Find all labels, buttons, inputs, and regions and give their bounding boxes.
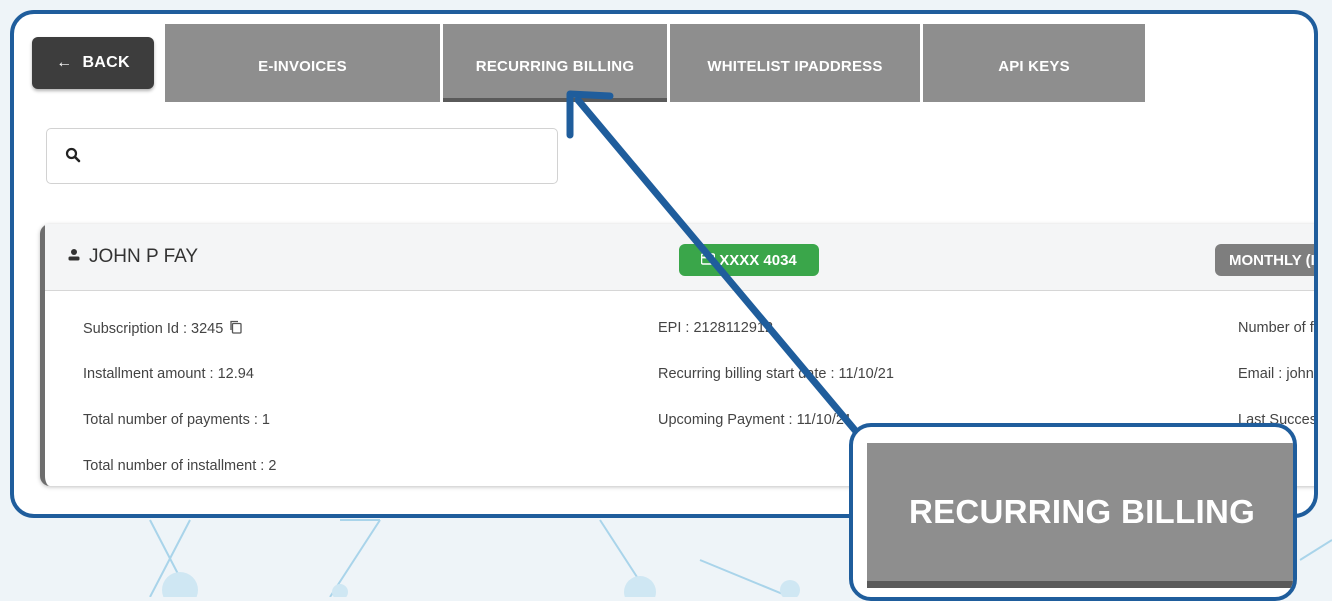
number-of-field: Number of f <box>1238 320 1314 336</box>
upcoming-payment: Upcoming Payment : 11/10/21 <box>658 412 852 428</box>
copy-icon[interactable] <box>229 320 242 338</box>
customer-name: JOHN P FAY <box>67 246 198 268</box>
back-label: BACK <box>82 54 130 71</box>
card-number-label: XXXX 4034 <box>719 251 797 269</box>
installment-amount: Installment amount : 12.94 <box>83 366 254 382</box>
user-icon <box>67 246 81 268</box>
back-arrow-icon: ← <box>56 54 73 71</box>
tab-bar: E-INVOICES RECURRING BILLING WHITELIST I… <box>165 24 1148 102</box>
total-installment: Total number of installment : 2 <box>83 458 277 474</box>
email-field: Email : john <box>1238 366 1314 382</box>
search-field[interactable] <box>46 128 558 184</box>
subscription-card-header: JOHN P FAY XXXX 4034 MONTHLY (I <box>45 224 1314 291</box>
tab-api-keys[interactable]: API KEYS <box>923 24 1145 102</box>
tab-recurring-billing[interactable]: RECURRING BILLING <box>443 24 667 102</box>
frequency-badge: MONTHLY (I <box>1215 244 1314 276</box>
customer-name-label: JOHN P FAY <box>89 246 199 267</box>
card-badge: XXXX 4034 <box>679 244 819 276</box>
tab-e-invoices[interactable]: E-INVOICES <box>165 24 440 102</box>
subscription-id-row: Subscription Id : 3245 <box>83 320 242 338</box>
billing-start-date: Recurring billing start date : 11/10/21 <box>658 366 894 382</box>
search-icon <box>65 147 81 168</box>
zoom-callout: RECURRING BILLING <box>849 423 1297 601</box>
zoom-tab-recurring-billing: RECURRING BILLING <box>867 443 1293 588</box>
total-payments: Total number of payments : 1 <box>83 412 270 428</box>
search-input[interactable] <box>93 139 537 175</box>
tab-whitelist-ipaddress[interactable]: WHITELIST IPADDRESS <box>670 24 920 102</box>
back-button[interactable]: ← BACK <box>32 37 154 89</box>
epi-value: EPI : 2128112912 <box>658 320 774 336</box>
subscription-id: Subscription Id : 3245 <box>83 320 224 337</box>
credit-card-icon <box>700 252 716 269</box>
